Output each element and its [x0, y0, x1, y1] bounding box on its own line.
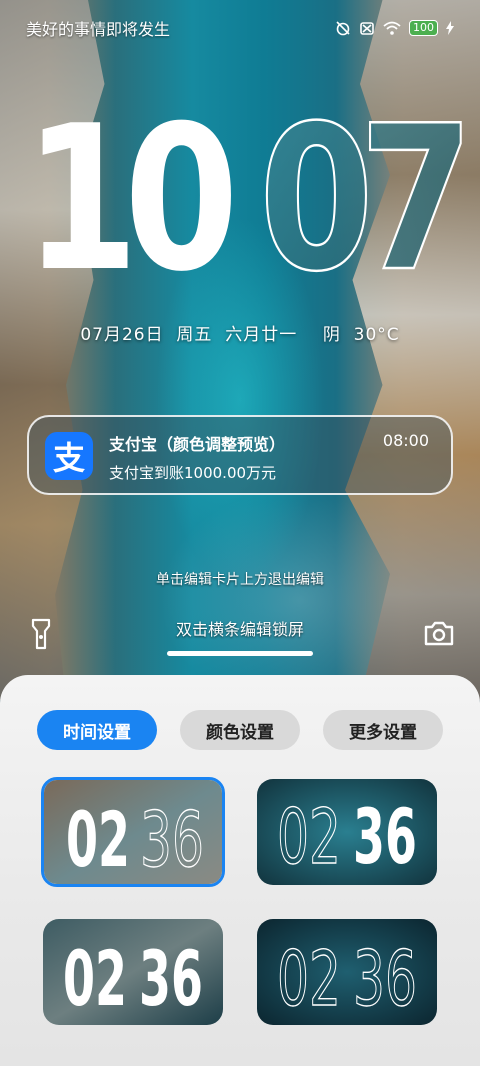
edit-lockscreen-hint: 双击横条编辑锁屏: [175, 620, 304, 639]
panel-tabs: 时间设置 颜色设置 更多设置: [0, 710, 480, 750]
camera-icon[interactable]: [424, 620, 454, 646]
status-bar: 美好的事情即将发生 100: [26, 14, 454, 42]
style-4-hour: 02: [277, 934, 341, 1023]
style-1-minute: 36: [140, 795, 204, 884]
tab-time-settings[interactable]: 时间设置: [37, 710, 157, 750]
notification-body: 支付宝到账1000.00万元: [109, 464, 277, 482]
clock-style-option-4[interactable]: 02 36: [257, 919, 437, 1025]
clock-style-preview-2: 02 36: [257, 779, 437, 885]
clock-style-preview-3: 02 36: [43, 919, 223, 1025]
style-4-minute: 36: [353, 934, 417, 1023]
clock-hour: 10: [24, 98, 231, 298]
wifi-icon: [383, 21, 401, 35]
clock-minute: 07: [259, 98, 461, 298]
style-2-hour: 02: [277, 792, 341, 881]
style-3-minute: 36: [139, 934, 203, 1023]
clock-style-option-1[interactable]: 02 36: [41, 777, 225, 887]
sim-off-icon: [360, 22, 374, 35]
notification-time: 08:00: [382, 431, 429, 450]
clock-style-preview-4: 02 36: [257, 919, 437, 1025]
battery-icon: 100: [409, 20, 438, 36]
lunar-date-text: 六月廿一: [225, 325, 298, 345]
tab-color-settings[interactable]: 颜色设置: [180, 710, 300, 750]
lockscreen-clock[interactable]: 10 07: [24, 98, 464, 298]
style-3-hour: 02: [63, 934, 127, 1023]
clock-style-panel: 时间设置 颜色设置 更多设置 02 36 02 36 02 36 02 36: [0, 675, 480, 1066]
clock-style-option-3[interactable]: 02 36: [43, 919, 223, 1025]
flashlight-icon[interactable]: [30, 618, 52, 650]
status-title: 美好的事情即将发生: [26, 20, 171, 39]
temperature-text: 30°C: [353, 325, 400, 345]
home-bar[interactable]: [167, 651, 313, 656]
alipay-icon: 支: [45, 432, 93, 480]
clock-style-option-2[interactable]: 02 36: [257, 779, 437, 885]
style-2-minute: 36: [353, 792, 417, 881]
notification-card[interactable]: 支 支付宝（颜色调整预览） 08:00 支付宝到账1000.00万元: [27, 415, 453, 495]
alarm-off-icon: [336, 21, 350, 36]
notification-title: 支付宝（颜色调整预览）: [109, 435, 286, 454]
date-weather-line: 07月26日 周五 六月廿一 阴 30°C: [0, 320, 480, 345]
weekday-text: 周五: [176, 325, 213, 345]
edit-exit-hint[interactable]: 单击编辑卡片上方退出编辑: [0, 569, 480, 589]
tab-more-settings[interactable]: 更多设置: [323, 710, 443, 750]
charging-icon: [446, 21, 454, 35]
status-icons: 100: [335, 20, 454, 36]
clock-style-preview-1: 02 36: [44, 780, 222, 884]
weather-text: 阴: [322, 325, 341, 345]
style-1-hour: 02: [66, 795, 130, 884]
date-text: 07月26日: [80, 325, 164, 345]
